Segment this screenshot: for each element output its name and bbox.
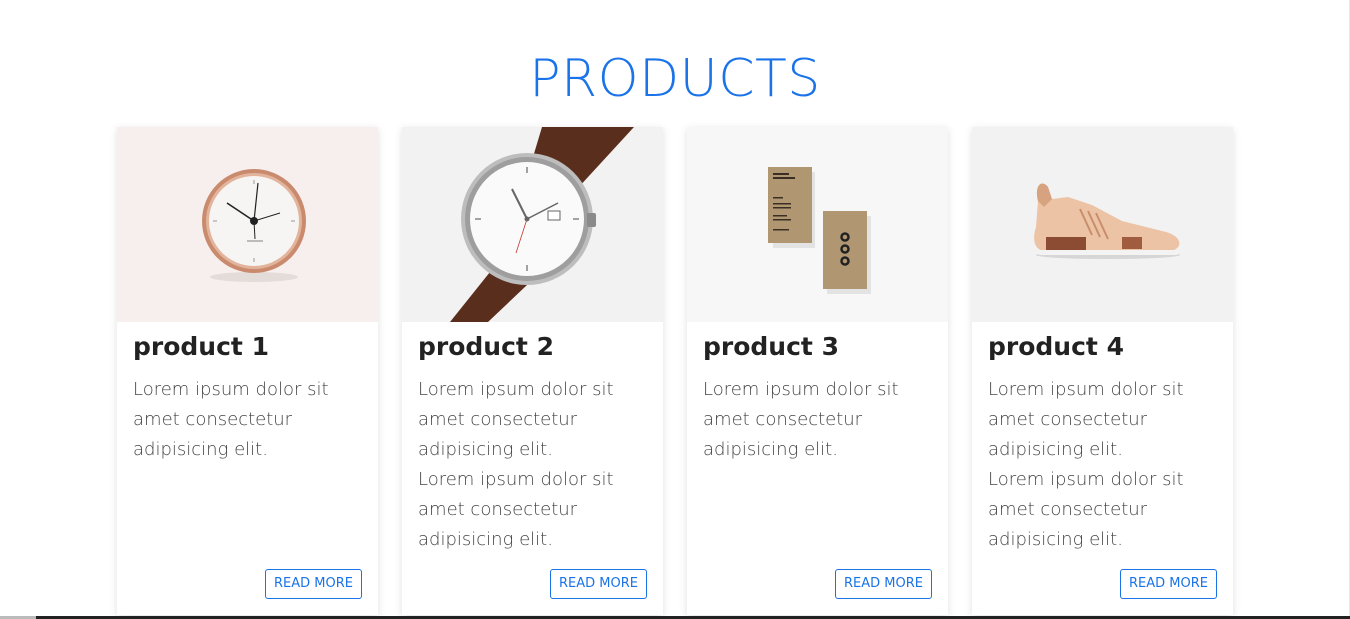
product-title: product 2 xyxy=(418,332,554,361)
page-title: PRODUCTS xyxy=(529,48,821,109)
product-description: Lorem ipsum dolor sit amet consectetur a… xyxy=(988,375,1220,555)
product-card: product 3 Lorem ipsum dolor sit amet con… xyxy=(687,127,948,615)
product-image xyxy=(117,127,378,322)
description-paragraph: Lorem ipsum dolor sit amet consectetur a… xyxy=(133,379,329,460)
read-more-button[interactable]: READ MORE xyxy=(835,569,932,599)
description-paragraph: Lorem ipsum dolor sit amet consectetur a… xyxy=(418,379,614,460)
product-description: Lorem ipsum dolor sit amet consectetur a… xyxy=(703,375,935,465)
product-title: product 3 xyxy=(703,332,839,361)
read-more-button[interactable]: READ MORE xyxy=(1120,569,1217,599)
product-image xyxy=(687,127,948,322)
description-paragraph: Lorem ipsum dolor sit amet consectetur a… xyxy=(988,469,1184,550)
read-more-button[interactable]: READ MORE xyxy=(550,569,647,599)
product-grid: product 1 Lorem ipsum dolor sit amet con… xyxy=(117,127,1233,615)
product-description: Lorem ipsum dolor sit amet consectetur a… xyxy=(418,375,650,555)
sneaker-icon xyxy=(1034,183,1180,259)
product-card: product 4 Lorem ipsum dolor sit amet con… xyxy=(972,127,1233,615)
wrist-watch-icon xyxy=(450,127,634,322)
description-paragraph: Lorem ipsum dolor sit amet consectetur a… xyxy=(418,469,614,550)
product-title: product 1 xyxy=(133,332,269,361)
product-image xyxy=(972,127,1233,322)
product-description: Lorem ipsum dolor sit amet consectetur a… xyxy=(133,375,365,465)
product-card: product 2 Lorem ipsum dolor sit amet con… xyxy=(402,127,663,615)
products-page: PRODUCTS product 1 Lorem ipsum dolor sit… xyxy=(0,0,1350,619)
description-paragraph: Lorem ipsum dolor sit amet consectetur a… xyxy=(703,379,899,460)
wall-clock-icon xyxy=(202,169,306,282)
read-more-button[interactable]: READ MORE xyxy=(265,569,362,599)
product-image xyxy=(402,127,663,322)
business-cards-icon xyxy=(768,167,871,294)
product-title: product 4 xyxy=(988,332,1124,361)
description-paragraph: Lorem ipsum dolor sit amet consectetur a… xyxy=(988,379,1184,460)
product-card: product 1 Lorem ipsum dolor sit amet con… xyxy=(117,127,378,615)
